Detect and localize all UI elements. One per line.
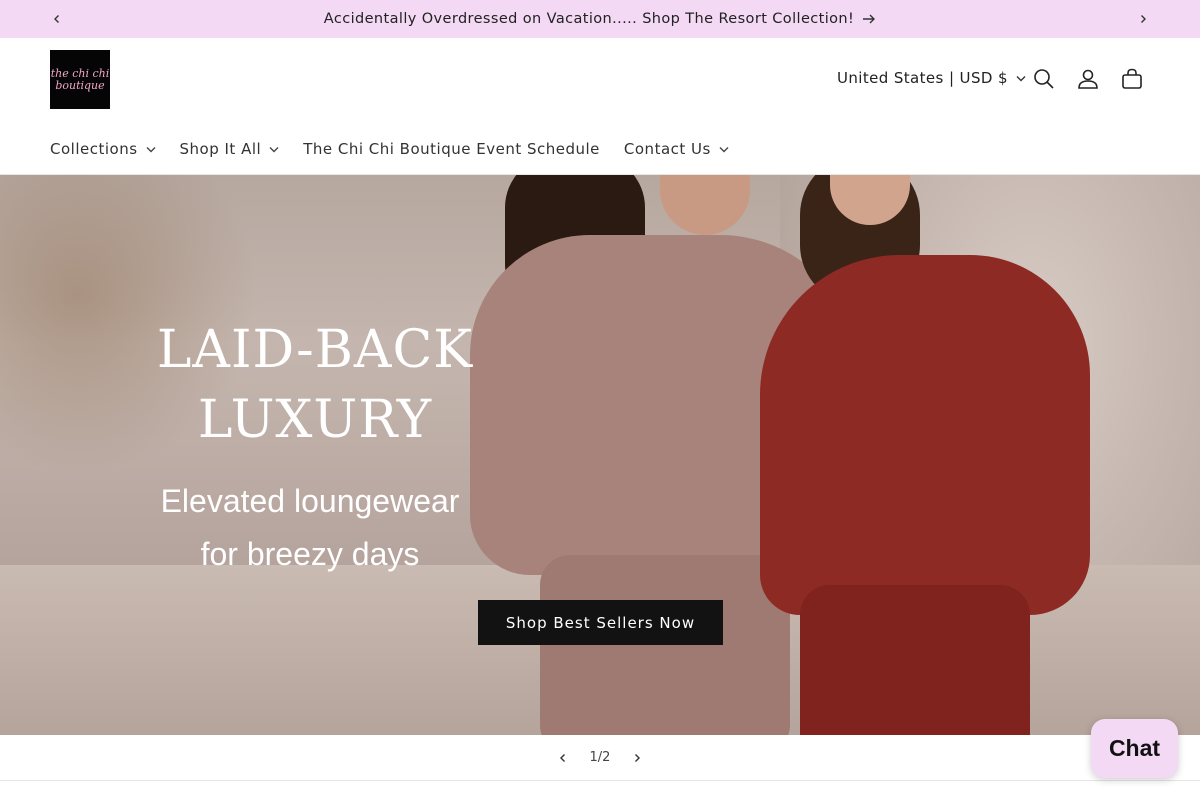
logo[interactable]: the chi chi boutique [50, 50, 110, 109]
nav-item-collections[interactable]: Collections [50, 140, 156, 158]
chevron-down-icon [1016, 75, 1026, 81]
hero-slideshow: LAID-BACK LUXURY Elevated loungewear for… [0, 175, 1200, 735]
hero-title-line1: LAID-BACK [156, 320, 474, 380]
nav-item-label: The Chi Chi Boutique Event Schedule [303, 140, 600, 158]
main-nav: Collections Shop It All The Chi Chi Bout… [50, 138, 753, 160]
hero-title: LAID-BACK LUXURY [125, 315, 505, 455]
announcement-next-button[interactable] [1133, 9, 1153, 29]
chevron-down-icon [719, 146, 729, 152]
nav-item-event-schedule[interactable]: The Chi Chi Boutique Event Schedule [303, 140, 600, 158]
account-icon [1078, 69, 1098, 89]
chat-button[interactable]: Chat [1091, 719, 1178, 778]
hero-model-outfit [760, 255, 1090, 615]
slide-next-button[interactable] [622, 743, 652, 773]
hero-model-pants [540, 555, 790, 735]
announcement-prev-button[interactable] [47, 9, 67, 29]
slideshow-controls: 1/2 [0, 735, 1200, 781]
chevron-left-icon [559, 753, 565, 762]
hero-title-line2: LUXURY [197, 390, 433, 450]
cart-button[interactable] [1120, 67, 1144, 91]
nav-item-label: Shop It All [179, 140, 262, 158]
announcement-bar: Accidentally Overdressed on Vacation....… [0, 0, 1200, 38]
hero-subtitle-line2: for breezy days [200, 536, 420, 572]
account-button[interactable] [1076, 67, 1100, 91]
search-icon [1034, 69, 1054, 89]
country-selector[interactable]: United States | USD $ [837, 69, 1026, 87]
slide-counter: 1/2 [589, 750, 611, 765]
announcement-link[interactable]: Accidentally Overdressed on Vacation....… [324, 11, 876, 27]
announcement-text: Accidentally Overdressed on Vacation....… [323, 11, 855, 27]
nav-item-contact-us[interactable]: Contact Us [624, 140, 729, 158]
arrow-right-icon [863, 14, 876, 24]
search-button[interactable] [1032, 67, 1056, 91]
hero-model-pants [800, 585, 1030, 735]
chevron-left-icon [54, 15, 59, 23]
nav-item-shop-it-all[interactable]: Shop It All [180, 140, 280, 158]
chevron-down-icon [269, 146, 279, 152]
shop-best-sellers-button[interactable]: Shop Best Sellers Now [478, 600, 723, 645]
logo-text-line1: the chi chi [50, 66, 110, 80]
chevron-right-icon [635, 753, 641, 762]
nav-item-label: Contact Us [623, 140, 711, 158]
logo-text-line2: boutique [55, 78, 105, 92]
hero-model-face [660, 175, 750, 235]
country-selector-label: United States | USD $ [837, 69, 1008, 87]
site-header: the chi chi boutique United States | USD… [0, 38, 1200, 175]
nav-item-label: Collections [50, 140, 138, 158]
hero-subtitle-line1: Elevated loungewear [160, 483, 460, 519]
slide-prev-button[interactable] [548, 743, 578, 773]
hero-subtitle: Elevated loungewear for breezy days [115, 475, 505, 581]
cart-icon [1122, 68, 1142, 89]
chevron-down-icon [146, 146, 156, 152]
chevron-right-icon [1141, 15, 1146, 23]
